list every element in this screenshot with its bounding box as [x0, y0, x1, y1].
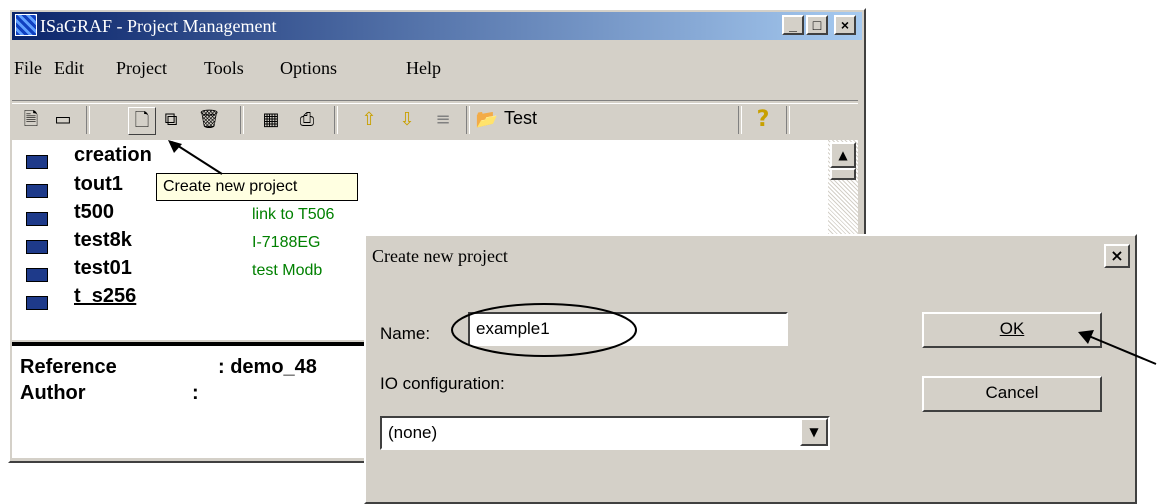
project-name-creation[interactable]: creation	[74, 144, 152, 167]
toolbar-separator	[334, 106, 338, 134]
author-label: Author	[20, 382, 86, 404]
menu-project[interactable]: Project	[116, 58, 167, 79]
folder-open-icon[interactable]: 📂	[474, 107, 500, 133]
project-icon	[26, 268, 48, 282]
menu-file[interactable]: File	[14, 58, 42, 79]
print-icon[interactable]: ⎙	[294, 107, 320, 133]
menu-edit[interactable]: Edit	[54, 58, 84, 79]
arrow-up-icon[interactable]: ⇧	[356, 107, 382, 133]
project-name-t500[interactable]: t500	[74, 201, 114, 224]
cancel-button-label: Cancel	[985, 383, 1039, 402]
toolbar-separator	[86, 106, 90, 134]
toolbar-divider	[12, 100, 858, 104]
toolbar-separator	[738, 106, 742, 134]
project-name-tout1[interactable]: tout1	[74, 173, 123, 196]
project-name-test8k[interactable]: test8k	[74, 229, 132, 252]
project-comment: link to T506	[252, 206, 335, 223]
chevron-down-icon[interactable]: ▼	[800, 418, 828, 446]
project-name-t-s256[interactable]: t_s256	[74, 285, 136, 308]
project-icon	[26, 155, 48, 169]
menu-help[interactable]: Help	[406, 58, 441, 79]
list-icon[interactable]: ≡	[430, 107, 456, 133]
highlight-ellipse	[451, 303, 637, 357]
dialog-close-button[interactable]: ×	[1104, 244, 1130, 268]
arrow-down-icon[interactable]: ⇩	[394, 107, 420, 133]
close-button[interactable]: ×	[834, 15, 856, 35]
toolbar-separator	[786, 106, 790, 134]
project-name-test01[interactable]: test01	[74, 257, 132, 280]
tooltip-arrow	[168, 140, 223, 175]
toolbar-separator	[240, 106, 244, 134]
reference-label: Reference	[20, 356, 117, 378]
name-label: Name:	[380, 324, 431, 343]
dialog-title: Create new project	[372, 246, 508, 266]
io-configuration-label: IO configuration:	[380, 374, 505, 393]
help-icon[interactable]: ?	[750, 107, 776, 133]
project-comment: test Modb	[252, 262, 323, 279]
reference-value: : demo_48	[218, 356, 317, 378]
card-icon[interactable]: ▭	[50, 107, 76, 133]
delete-icon[interactable]: 🗑	[196, 107, 222, 133]
project-icon	[26, 296, 48, 310]
window-title: ISaGRAF - Project Management	[40, 16, 277, 36]
project-icon	[26, 212, 48, 226]
ok-button-label: OK	[999, 319, 1025, 338]
scroll-thumb[interactable]	[830, 168, 856, 180]
isagraf-app-icon	[15, 14, 37, 36]
project-icon	[26, 240, 48, 254]
ok-pointer-arrow	[1078, 330, 1157, 365]
toolbar-separator	[466, 106, 470, 134]
properties-icon[interactable]: ▦	[258, 107, 284, 133]
maximize-button[interactable]: □	[806, 15, 828, 35]
group-label[interactable]: Test	[504, 108, 537, 129]
author-value: :	[192, 382, 199, 404]
menu-tools[interactable]: Tools	[204, 58, 244, 79]
scroll-up-button[interactable]: ▲	[830, 142, 856, 168]
menu-options[interactable]: Options	[280, 58, 337, 79]
menu-bar: File Edit Project Tools Options Help	[12, 58, 512, 82]
project-comment: I-7188EG	[252, 234, 321, 251]
page-icon[interactable]: 🗎	[18, 107, 44, 133]
io-configuration-select[interactable]: (none)	[380, 416, 830, 450]
copy-icon[interactable]: ⧉	[158, 107, 184, 133]
project-icon	[26, 184, 48, 198]
new-project-icon[interactable]: 🗋	[128, 107, 156, 135]
minimize-button[interactable]: _	[782, 15, 804, 35]
